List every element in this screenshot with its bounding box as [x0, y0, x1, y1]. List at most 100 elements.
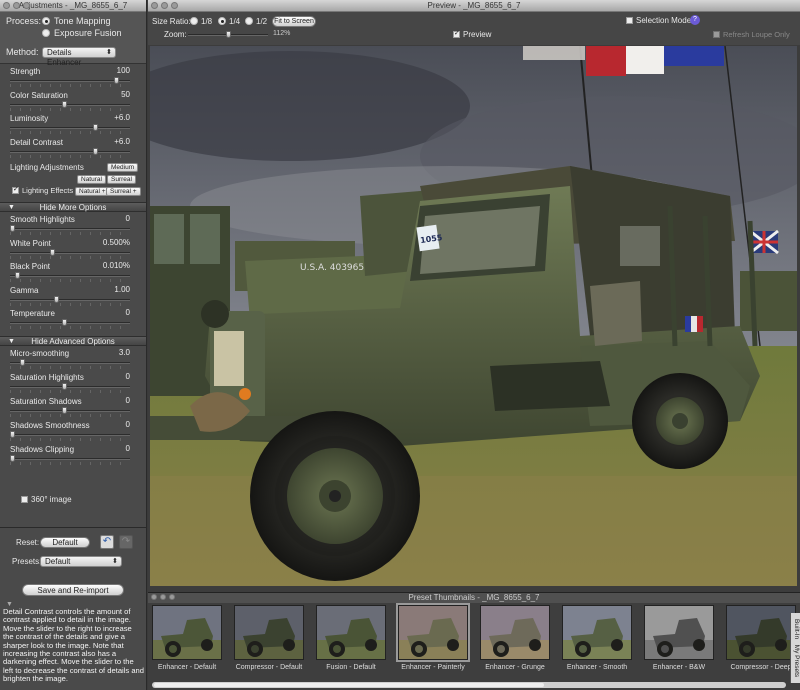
preview-titlebar: Preview - _MG_8655_6_7: [148, 0, 800, 12]
ratio-1-8-label[interactable]: 1/8: [201, 17, 212, 26]
redo-icon[interactable]: ↷: [119, 535, 133, 549]
slider-track[interactable]: [10, 406, 130, 414]
exposure-fusion-label[interactable]: Exposure Fusion: [54, 28, 122, 38]
slider-track[interactable]: [10, 430, 130, 438]
slider-thumb[interactable]: [50, 248, 55, 256]
preview-checkbox-label[interactable]: Preview: [463, 30, 491, 39]
preset-thumbnail[interactable]: Enhancer - Default: [152, 605, 222, 675]
slider-track[interactable]: [10, 225, 130, 232]
tone-mapping-radio[interactable]: [42, 17, 50, 25]
more-options-toggle[interactable]: ▼ Hide More Options: [0, 202, 146, 212]
refresh-loupe-label[interactable]: Refresh Loupe Only: [723, 30, 790, 39]
image360-label[interactable]: 360° image: [31, 495, 72, 504]
lighting-surreal-button[interactable]: Surreal: [107, 175, 136, 184]
slider-thumb[interactable]: [62, 319, 67, 326]
ratio-1-8-radio[interactable]: [190, 17, 198, 25]
scrollbar-knob[interactable]: [154, 683, 544, 687]
slider-track[interactable]: [10, 77, 130, 84]
slider-thumb[interactable]: [10, 225, 15, 232]
slider-thumb[interactable]: [10, 430, 15, 438]
preset-thumbnail-image[interactable]: [726, 605, 796, 660]
preset-thumbnail-image[interactable]: [234, 605, 304, 660]
slider-thumb[interactable]: [62, 382, 67, 390]
slider-thumb[interactable]: [10, 454, 15, 462]
preview-image[interactable]: U.S.A. 4039655 1055: [150, 46, 797, 586]
method-label: Method:: [6, 47, 39, 57]
preset-thumbnail-image[interactable]: [644, 605, 714, 660]
natural-plus-button[interactable]: Natural +: [75, 187, 110, 196]
minimize-window-button[interactable]: [13, 2, 20, 9]
advanced-options-toggle[interactable]: ▼ Hide Advanced Options: [0, 335, 146, 346]
tab-my-presets[interactable]: My Presets: [793, 645, 800, 678]
minimize-window-button[interactable]: [161, 2, 168, 9]
surreal-plus-button[interactable]: Surreal +: [106, 187, 141, 196]
preset-thumbnail-image[interactable]: [480, 605, 550, 660]
reset-default-button[interactable]: Default: [40, 537, 90, 548]
slider-value: 0: [125, 371, 130, 381]
image360-checkbox[interactable]: [21, 496, 28, 503]
slider-track[interactable]: [10, 295, 130, 303]
slider-track[interactable]: [10, 319, 130, 326]
save-reimport-button[interactable]: Save and Re-import: [22, 584, 124, 596]
slider-track[interactable]: [10, 358, 130, 366]
preset-thumbnail[interactable]: Enhancer - Painterly: [396, 603, 470, 675]
thumbnail-scrollbar[interactable]: [152, 682, 786, 688]
preset-thumbnail-image[interactable]: [396, 603, 470, 662]
zoom-window-button[interactable]: [171, 2, 178, 9]
lighting-natural-button[interactable]: Natural: [77, 175, 106, 184]
ratio-1-2-radio[interactable]: [245, 17, 253, 25]
ratio-1-4-label[interactable]: 1/4: [229, 17, 240, 26]
slider-thumb[interactable]: [62, 100, 67, 108]
preset-thumbnail[interactable]: Compressor - Default: [234, 605, 304, 675]
presets-select[interactable]: Default: [40, 556, 122, 567]
slider-thumb[interactable]: [114, 77, 119, 84]
preset-thumbnail[interactable]: Enhancer - Smooth: [562, 605, 632, 675]
preset-thumbnail-image[interactable]: [562, 605, 632, 660]
ratio-1-4-radio[interactable]: [218, 17, 226, 25]
lighting-effects-label[interactable]: Lighting Effects: [22, 186, 73, 195]
slider-track[interactable]: [10, 124, 130, 131]
preset-thumbnail[interactable]: Compressor - Deep: [726, 605, 796, 675]
slider-thumb[interactable]: [62, 406, 67, 414]
slider-track[interactable]: [10, 100, 130, 108]
slider-thumb[interactable]: [54, 295, 59, 303]
preset-thumbnail-image[interactable]: [152, 605, 222, 660]
undo-icon[interactable]: ↶: [100, 535, 114, 549]
minimize-window-button[interactable]: [160, 594, 166, 600]
zoom-window-button[interactable]: [23, 2, 30, 9]
lighting-medium-button[interactable]: Medium: [107, 163, 139, 172]
tone-mapping-label[interactable]: Tone Mapping: [54, 16, 111, 26]
slider-thumb[interactable]: [93, 147, 98, 155]
slider-track[interactable]: [10, 454, 130, 462]
method-select[interactable]: Details Enhancer: [42, 46, 116, 67]
preset-thumbnail[interactable]: Enhancer - Grunge: [480, 605, 550, 675]
close-window-button[interactable]: [3, 2, 10, 9]
zoom-slider[interactable]: [188, 31, 268, 38]
selection-mode-label[interactable]: Selection Mode: [636, 16, 691, 25]
slider-track[interactable]: [10, 147, 130, 155]
slider-track[interactable]: [10, 272, 130, 279]
slider-track[interactable]: [10, 382, 130, 390]
slider-track[interactable]: [10, 248, 130, 256]
close-window-button[interactable]: [151, 594, 157, 600]
help-icon[interactable]: ?: [690, 15, 700, 25]
fit-to-screen-button[interactable]: Fit to Screen: [272, 16, 316, 27]
preset-thumbnail[interactable]: Fusion - Default: [316, 605, 386, 675]
zoom-window-button[interactable]: [169, 594, 175, 600]
lighting-effects-checkbox[interactable]: [12, 185, 19, 194]
preset-thumbnail-image[interactable]: [316, 605, 386, 660]
close-window-button[interactable]: [151, 2, 158, 9]
refresh-loupe-checkbox[interactable]: [713, 31, 720, 38]
preset-thumbnail[interactable]: Enhancer - B&W: [644, 605, 714, 675]
selection-mode-checkbox[interactable]: [626, 17, 633, 24]
zoom-slider-thumb[interactable]: [226, 31, 231, 38]
slider-thumb[interactable]: [20, 358, 25, 366]
tab-built-in[interactable]: Built-In: [793, 619, 800, 639]
slider-thumb[interactable]: [93, 124, 98, 131]
preview-checkbox[interactable]: [453, 29, 460, 38]
thumbnails-titlebar: Preset Thumbnails - _MG_8655_6_7: [148, 593, 800, 603]
ratio-1-2-label[interactable]: 1/2: [256, 17, 267, 26]
preset-thumbnail-label: Compressor - Deep: [730, 664, 792, 671]
slider-thumb[interactable]: [15, 272, 20, 279]
exposure-fusion-radio[interactable]: [42, 29, 50, 37]
